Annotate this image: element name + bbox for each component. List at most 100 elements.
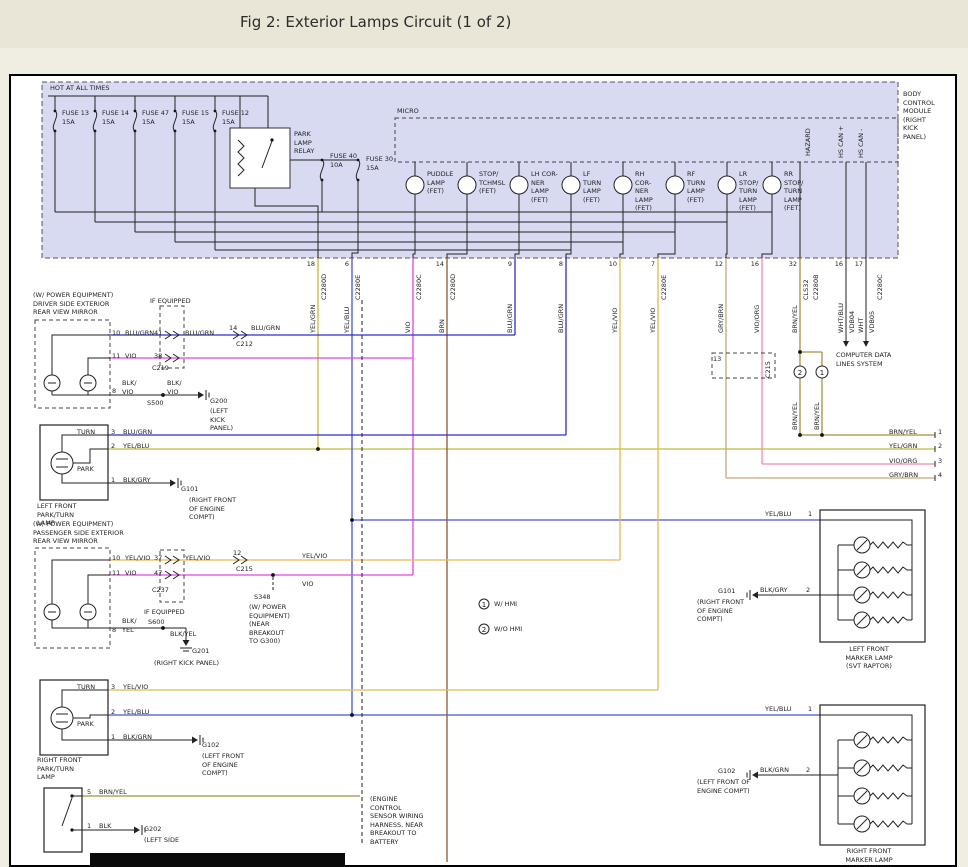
wire-label: GRY/BRN [717, 304, 726, 333]
annotation-2: 2 [798, 369, 802, 377]
pin-number: 37 [154, 554, 162, 563]
fet-lr-stop-turn [718, 176, 736, 194]
pin-number: 1 [111, 733, 115, 742]
wire-label: WHT/BLU [837, 303, 846, 333]
wire-label: BRN/YEL [99, 788, 127, 797]
pin-number: 2 [938, 442, 942, 451]
connector-label: C2280B [812, 274, 821, 300]
wire-label: VIO [125, 569, 136, 578]
pin-number: 1 [87, 822, 91, 831]
legend-2-label: W/O HMI [494, 625, 522, 634]
fet-label-rh-corner: RH COR- NER LAMP (FET) [635, 170, 655, 213]
pin-number: 13 [713, 355, 721, 364]
pin-number: 14 [430, 260, 444, 269]
wire-label: VIO/ORG [889, 457, 917, 466]
wire-label: YEL/BLU [765, 510, 791, 519]
fet-lf-turn [562, 176, 580, 194]
left-marker-caption: LEFT FRONT MARKER LAMP (SVT RAPTOR) [842, 645, 896, 671]
splice-s348 [271, 573, 275, 577]
wire-label: VIO [125, 352, 136, 361]
wire-label: BLU/GRN [123, 428, 152, 437]
pin-number: 8 [112, 387, 116, 396]
connector-label: C2280D [449, 274, 458, 300]
pin-number: 5 [87, 788, 91, 797]
ground-label: G102 [202, 741, 219, 750]
connector-label: C212 [236, 340, 253, 349]
wire-label: YEL/GRN [309, 305, 318, 333]
page: Fig 2: Exterior Lamps Circuit (1 of 2) [0, 0, 968, 867]
passenger-mirror-caption: (W/ POWER EQUIPMENT) PASSENGER SIDE EXTE… [33, 520, 133, 546]
connector-label: C215 [764, 361, 773, 378]
wire-label: BLU/GRN [506, 304, 515, 333]
hs-can-plus-label: HS CAN + [837, 126, 846, 158]
wire-label: BRN/YEL [791, 402, 800, 430]
wire-label: YEL/VIO [185, 554, 210, 563]
fet-label-lr-stop: LR STOP/ TURN LAMP (FET) [739, 170, 761, 213]
fuse-40-label: FUSE 40 10A [330, 152, 360, 169]
wire-label: VIO [302, 580, 313, 589]
park-label: PARK [77, 720, 94, 729]
pin-number: 1 [808, 510, 812, 519]
wire-label: BLK/YEL [170, 630, 196, 639]
wire-label: BLU/GRN [185, 329, 214, 338]
splice-s600 [161, 626, 165, 630]
pin-number: 10 [603, 260, 617, 269]
pin-number: 2 [111, 442, 115, 451]
ground-label: G101 [718, 587, 735, 596]
hot-at-all-times-label: HOT AT ALL TIMES [50, 84, 110, 93]
wire-label: BLU/GRN [251, 324, 280, 333]
connector-label: C2280E [354, 275, 363, 300]
legend-1-label: W/ HMI [494, 600, 517, 609]
hs-can-minus-label: HS CAN - [857, 129, 866, 158]
pin-number: 16 [745, 260, 759, 269]
fet-label-stop: STOP/ TCHMSL (FET) [479, 170, 509, 196]
annotation-1: 1 [820, 369, 824, 377]
pin-number: 18 [301, 260, 315, 269]
pin-number: 4 [938, 471, 942, 480]
ground-location: (LEFT SIDE [144, 836, 179, 845]
pin-number: 8 [549, 260, 563, 269]
pin-number: 9 [498, 260, 512, 269]
splice-label: S600 [148, 618, 165, 627]
legend-1-symbol: 1 [482, 601, 486, 609]
wire-label: BRN [438, 319, 447, 333]
redaction-bar [90, 853, 345, 867]
pin-number: 10 [112, 554, 120, 563]
wire-label: YEL/VIO [302, 552, 327, 561]
pin-number: 2 [111, 708, 115, 717]
connector-label: C2280C [876, 274, 885, 300]
wire-label: YEL/GRN [889, 442, 917, 451]
fuse-14-label: FUSE 14 15A [102, 109, 130, 126]
right-marker-caption: RIGHT FRONT MARKER LAMP (SVT RAPTOR) [842, 847, 896, 867]
if-equipped-label: IF EQUIPPED [144, 608, 185, 617]
circuit-label: CLS32 [802, 279, 811, 300]
wire-label: VIO/ORG [753, 305, 762, 333]
ground-location: (LEFT FRONT OF ENGINE COMPT) [697, 778, 751, 795]
fuse-30-label: FUSE 30 15A [366, 155, 396, 172]
ground-location: (RIGHT FRONT OF ENGINE COMPT) [189, 496, 245, 522]
park-turn-bulb [51, 707, 73, 729]
wire-label: YEL/VIO [649, 308, 658, 333]
hazard-label: HAZARD [804, 128, 813, 156]
pin-number: 3 [111, 683, 115, 692]
circuit-label: VDB04 [848, 311, 857, 333]
pin-number: 12 [233, 549, 241, 558]
splice-s500 [161, 393, 165, 397]
fet-rh-corner [614, 176, 632, 194]
computer-data-label: COMPUTER DATA LINES SYSTEM [836, 351, 892, 368]
pin-number: 16 [829, 260, 843, 269]
pin-number: 47 [154, 569, 162, 578]
harness-note: (ENGINE CONTROL SENSOR WIRING HARNESS, N… [370, 795, 428, 846]
pin-number: 12 [709, 260, 723, 269]
wire-label: BLK/GRY [123, 476, 151, 485]
wire-label: YEL/BLU [343, 307, 352, 333]
fet-lh-corner [510, 176, 528, 194]
connector-label: C2280E [660, 275, 669, 300]
pin-number: 17 [849, 260, 863, 269]
splice-label: S348 [254, 593, 271, 602]
pin-number: 41 [154, 329, 162, 338]
wire-label: BLU/GRN [125, 329, 154, 338]
splice-label: S500 [147, 399, 164, 408]
wire-label: WHT [857, 318, 866, 333]
wire-label: BLK/ VIO [167, 379, 187, 396]
